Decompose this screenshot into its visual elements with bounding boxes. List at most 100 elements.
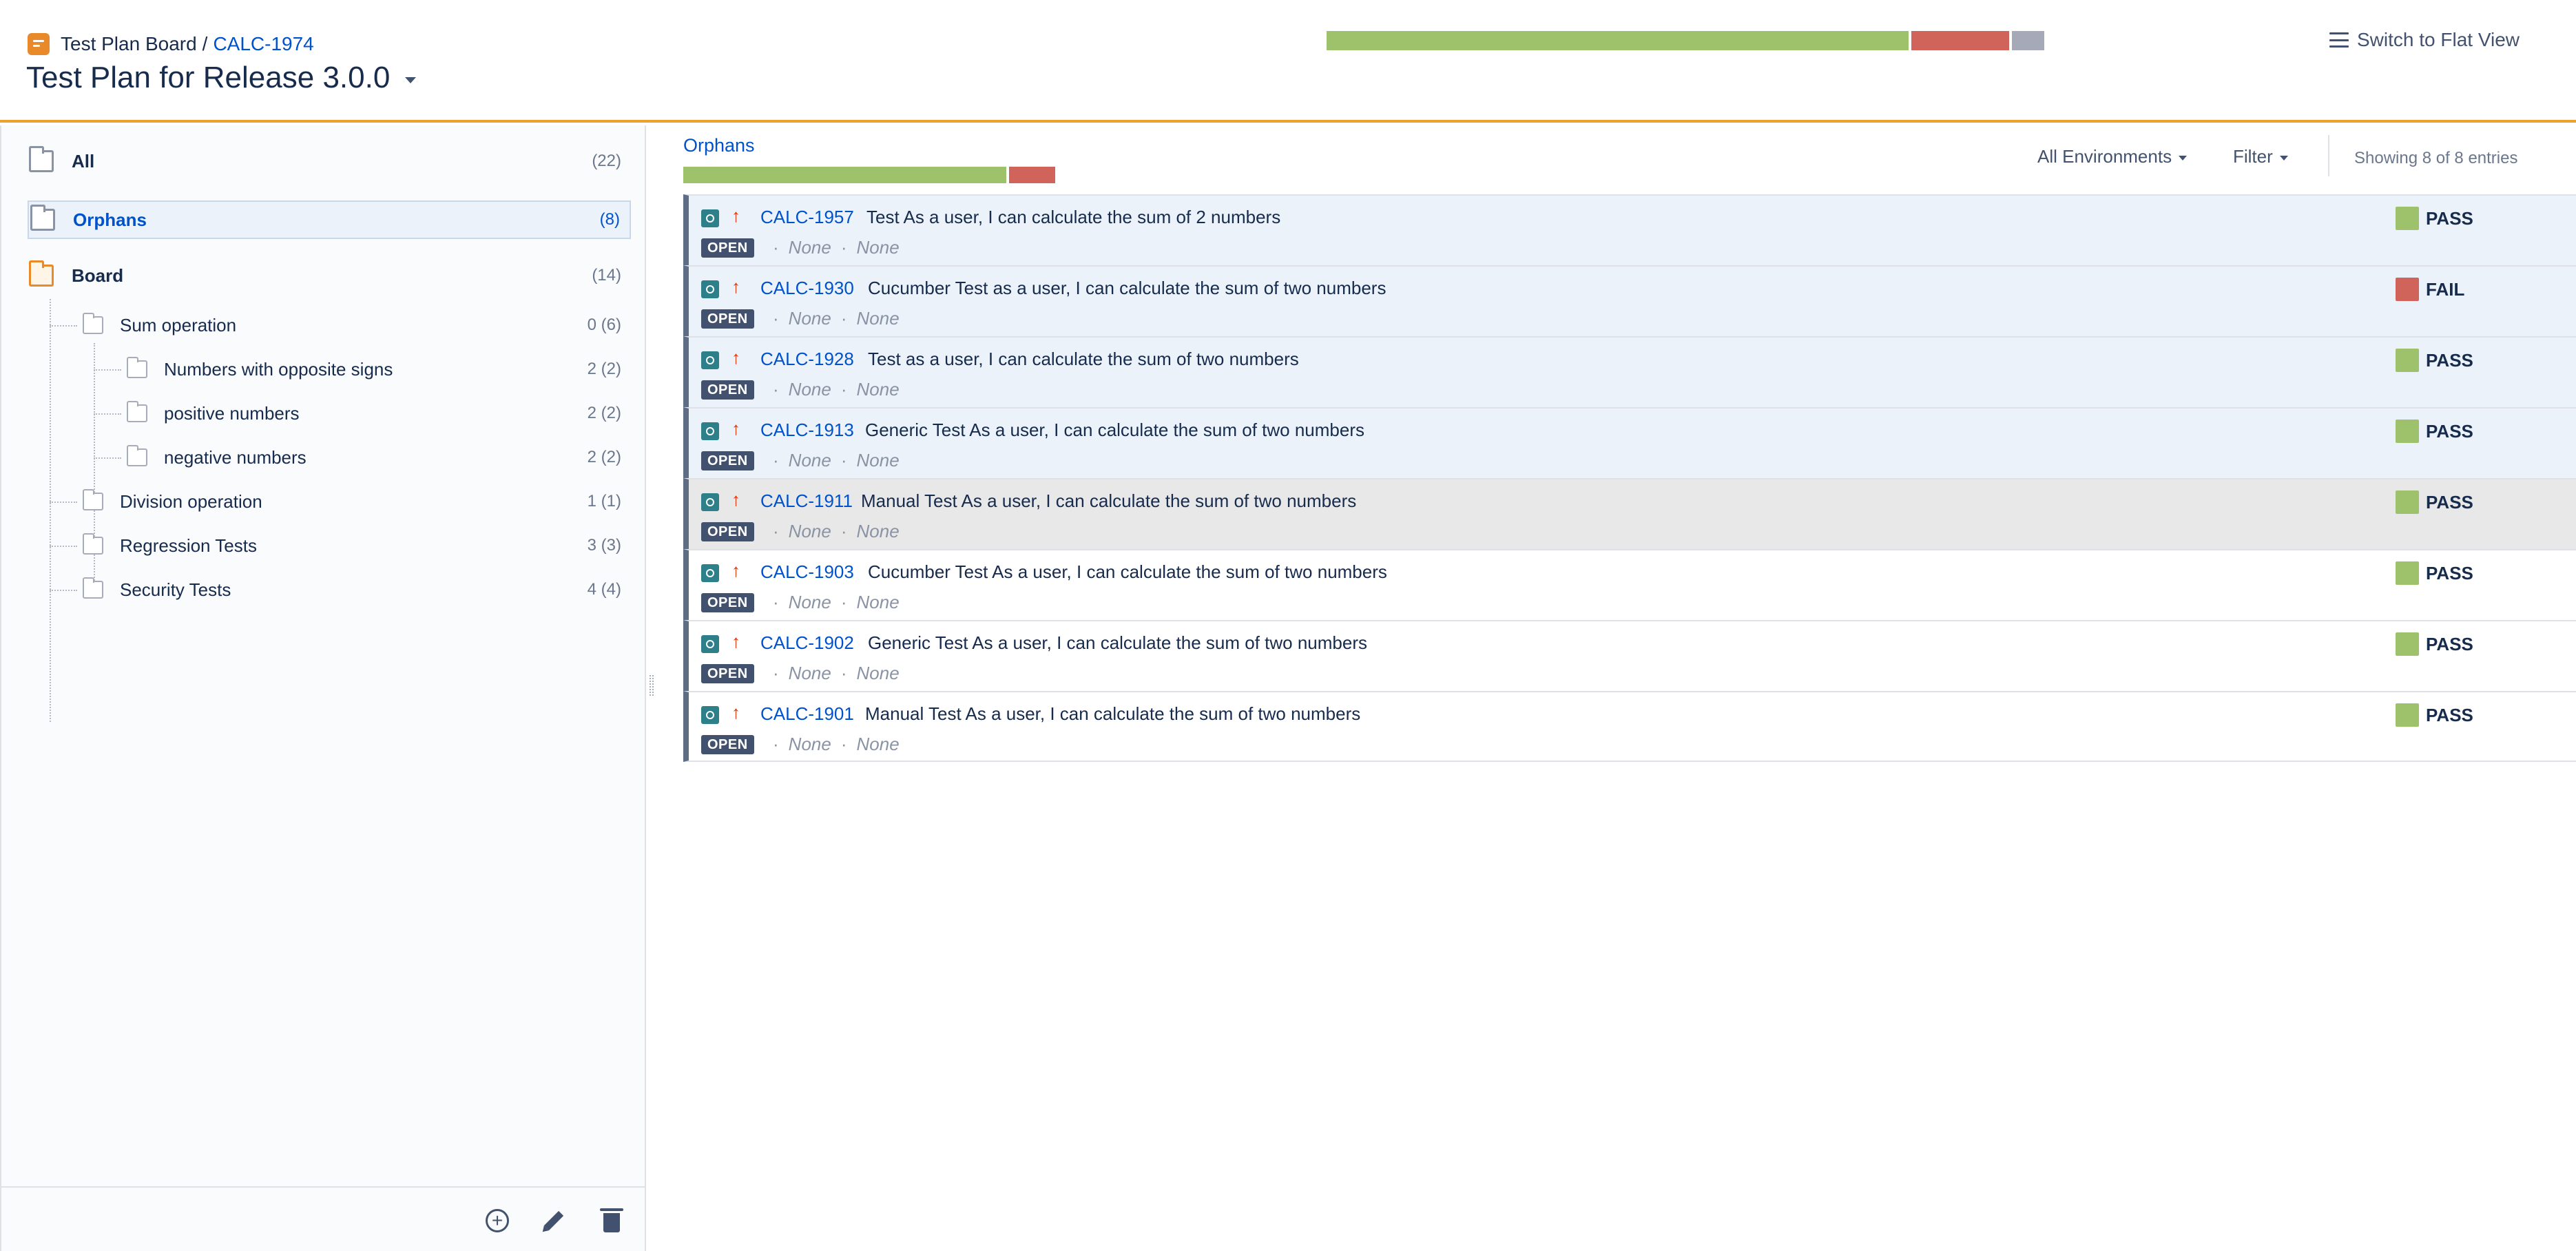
separator-dot: · — [773, 592, 779, 612]
test-key-link[interactable]: CALC-1901 — [760, 703, 854, 725]
test-row[interactable]: ↑ CALC-1902 Generic Test As a user, I can … — [683, 620, 2576, 691]
test-key-link[interactable]: CALC-1928 — [760, 349, 854, 370]
result-label: PASS — [2426, 562, 2473, 583]
result-swatch — [2396, 490, 2419, 514]
separator-dot: · — [840, 592, 847, 612]
tree-item-sum-operation[interactable]: Sum operation 0 (6) — [83, 306, 631, 344]
add-folder-button[interactable]: + — [484, 1207, 511, 1234]
delete-folder-button[interactable] — [598, 1207, 625, 1234]
tree-item-orphans[interactable]: Orphans (8) — [28, 200, 631, 239]
folder-icon — [30, 205, 55, 231]
test-list-panel: Orphans All Environments Filter Showing … — [647, 125, 2576, 1251]
tree-item-label: Regression Tests — [120, 535, 257, 556]
test-result: PASS — [2396, 490, 2473, 514]
status-badge: OPEN — [701, 451, 754, 471]
separator-dot: · — [840, 379, 847, 400]
test-summary: Manual Test As a user, I can calculate t… — [865, 703, 1361, 724]
tree-connector — [50, 325, 77, 327]
chevron-down-icon — [2179, 156, 2188, 161]
separator-dot: · — [840, 521, 847, 541]
test-result: PASS — [2396, 420, 2473, 443]
test-key-link[interactable]: CALC-1957 — [760, 207, 854, 228]
meta-value: None — [856, 521, 900, 541]
section-progress-bar — [683, 167, 1055, 183]
meta-value: None — [856, 308, 900, 329]
test-row[interactable]: ↑ CALC-1913 Generic Test As a user, I can … — [683, 407, 2576, 478]
tree-item-positive-numbers[interactable]: positive numbers 2 (2) — [127, 394, 631, 433]
test-meta: · None · None — [763, 521, 900, 542]
folder-icon — [127, 401, 147, 422]
arrow-up-icon: ↑ — [731, 418, 740, 439]
test-key-link[interactable]: CALC-1911 — [760, 490, 853, 512]
tree-connector — [94, 413, 121, 415]
test-row[interactable]: ↑ CALC-1901 Manual Test As a user, I can c… — [683, 691, 2576, 762]
test-key-link[interactable]: CALC-1930 — [760, 278, 854, 299]
tree-item-all[interactable]: All (22) — [29, 142, 631, 180]
tree-item-count: 3 (3) — [587, 536, 621, 555]
environment-dropdown[interactable]: All Environments — [2037, 146, 2188, 167]
test-row[interactable]: ↑ CALC-1903 Cucumber Test As a user, I can… — [683, 549, 2576, 620]
list-icon — [2329, 32, 2349, 48]
test-result: PASS — [2396, 561, 2473, 585]
tree-item-security-tests[interactable]: Security Tests 4 (4) — [83, 570, 631, 609]
result-swatch — [2396, 207, 2419, 230]
test-meta: · None · None — [763, 450, 900, 471]
tree-item-count: (8) — [599, 210, 620, 229]
result-label: PASS — [2426, 207, 2473, 229]
test-row[interactable]: ↑ CALC-1930 Cucumber Test as a user, I can… — [683, 265, 2576, 336]
test-key-link[interactable]: CALC-1902 — [760, 632, 854, 654]
test-list: ↑ CALC-1957 Test As a user, I can calculat… — [683, 194, 2576, 762]
meta-value: None — [788, 734, 831, 754]
tree-item-negative-numbers[interactable]: negative numbers 2 (2) — [127, 438, 631, 477]
test-meta: · None · None — [763, 237, 900, 258]
result-label: PASS — [2426, 704, 2473, 725]
test-meta: · None · None — [763, 308, 900, 329]
tree-item-regression-tests[interactable]: Regression Tests 3 (3) — [83, 526, 631, 565]
test-icon — [701, 706, 719, 724]
test-row[interactable]: ↑ CALC-1911 Manual Test As a user, I can c… — [683, 478, 2576, 549]
meta-value: None — [856, 450, 900, 471]
tree-item-count: 2 (2) — [587, 360, 621, 378]
test-result: PASS — [2396, 207, 2473, 230]
separator-dot: · — [773, 450, 779, 471]
progress-segment-pass — [1327, 31, 1909, 50]
status-badge: OPEN — [701, 593, 754, 612]
meta-value: None — [856, 663, 900, 683]
separator-dot: · — [840, 734, 847, 754]
status-badge: OPEN — [701, 309, 754, 329]
arrow-up-icon: ↑ — [731, 560, 740, 581]
breadcrumb-board[interactable]: Test Plan Board — [61, 33, 197, 55]
tree-item-label: Board — [72, 265, 124, 286]
overall-progress-bar — [1327, 31, 2044, 50]
toolbar-divider — [2328, 135, 2329, 176]
breadcrumb-issue-link[interactable]: CALC-1974 — [213, 33, 313, 55]
folder-icon — [83, 577, 103, 599]
breadcrumb: Test Plan Board / CALC-1974 — [28, 30, 314, 58]
test-key-link[interactable]: CALC-1903 — [760, 561, 854, 583]
meta-value: None — [788, 592, 831, 612]
test-key-link[interactable]: CALC-1913 — [760, 420, 854, 441]
chevron-down-icon[interactable] — [405, 76, 417, 83]
test-icon — [701, 280, 719, 298]
tree-item-opposite-signs[interactable]: Numbers with opposite signs 2 (2) — [127, 350, 631, 389]
test-summary: Cucumber Test as a user, I can calculate… — [868, 278, 1386, 298]
folder-icon — [127, 357, 147, 378]
entries-count: Showing 8 of 8 entries — [2354, 149, 2518, 167]
tree-item-division-operation[interactable]: Division operation 1 (1) — [83, 482, 631, 521]
test-row[interactable]: ↑ CALC-1957 Test As a user, I can calculat… — [683, 194, 2576, 265]
status-badge: OPEN — [701, 522, 754, 541]
test-row[interactable]: ↑ CALC-1928 Test as a user, I can calculat… — [683, 336, 2576, 407]
edit-folder-button[interactable] — [540, 1207, 568, 1234]
breadcrumb-separator: / — [202, 33, 208, 54]
arrow-up-icon: ↑ — [731, 276, 740, 297]
test-icon — [701, 493, 719, 511]
section-title-link[interactable]: Orphans — [683, 135, 755, 156]
meta-value: None — [856, 592, 900, 612]
switch-to-flat-view-button[interactable]: Switch to Flat View — [2329, 26, 2520, 54]
test-result: PASS — [2396, 632, 2473, 656]
separator-dot: · — [773, 663, 779, 683]
tree-item-board[interactable]: Board (14) — [29, 256, 631, 295]
filter-dropdown[interactable]: Filter — [2233, 146, 2288, 167]
folder-icon — [29, 146, 54, 172]
page-title[interactable]: Test Plan for Release 3.0.0 — [26, 61, 417, 95]
